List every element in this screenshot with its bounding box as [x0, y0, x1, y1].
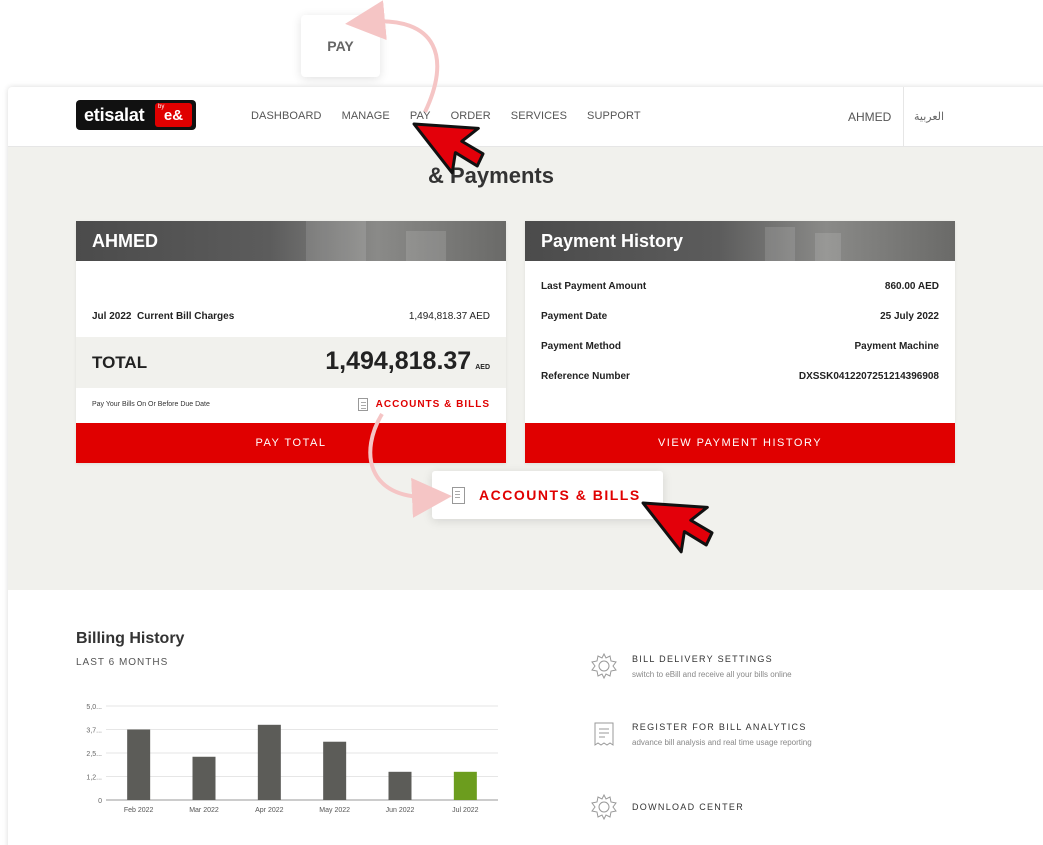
option-title: DOWNLOAD CENTER: [632, 802, 745, 812]
payment-row-label: Payment Date: [541, 311, 608, 322]
view-payment-history-button[interactable]: VIEW PAYMENT HISTORY: [525, 423, 955, 463]
nav-item-manage[interactable]: MANAGE: [342, 110, 390, 122]
total-value: 1,494,818.37 AED: [325, 347, 490, 376]
option-text: BILL DELIVERY SETTINGS switch to eBill a…: [632, 654, 792, 679]
chart-bar: [257, 724, 281, 800]
top-navigation: etisalat by e& DASHBOARD MANAGE PAY ORDE…: [8, 87, 1043, 147]
y-tick-label: 2,5...: [86, 751, 102, 758]
option-description: switch to eBill and receive all your bil…: [632, 669, 792, 679]
x-tick-label: Jun 2022: [386, 807, 415, 814]
charges-value: 1,494,818.37 AED: [408, 311, 490, 322]
payment-row: Payment Method Payment Machine: [541, 341, 939, 352]
pay-callout: PAY: [301, 15, 380, 77]
receipt-icon: [452, 486, 465, 504]
payment-row-value: 860.00 AED: [884, 281, 939, 292]
gear-icon: [591, 793, 617, 821]
chart-bar: [453, 771, 477, 800]
register-bill-analytics-option[interactable]: REGISTER FOR BILL ANALYTICS advance bill…: [590, 720, 812, 748]
receipt-icon: [357, 398, 368, 411]
payment-row-label: Payment Method: [541, 341, 622, 352]
option-text: REGISTER FOR BILL ANALYTICS advance bill…: [632, 722, 812, 747]
due-date-note: Pay Your Bills On Or Before Due Date: [92, 401, 210, 408]
payment-row-value: DXSSK0412207251214396908: [798, 371, 939, 382]
x-tick-label: Feb 2022: [124, 807, 154, 814]
payment-row-label: Reference Number: [541, 371, 630, 382]
pay-total-button[interactable]: PAY TOTAL: [76, 423, 506, 463]
accounts-bills-link-label: ACCOUNTS & BILLS: [375, 399, 490, 410]
billing-history-chart: 0 1,2... 2,5... 3,7... 5,0... Feb 2022 Mar 202…: [86, 704, 498, 814]
chart-bar: [127, 729, 151, 800]
payment-history-card: Payment History Last Payment Amount 860.…: [525, 221, 955, 463]
bill-card-header: AHMED: [76, 221, 506, 261]
x-tick-label: Apr 2022: [255, 807, 284, 814]
payment-row-label: Last Payment Amount: [541, 281, 647, 292]
nav-item-services[interactable]: SERVICES: [511, 110, 567, 122]
option-text: DOWNLOAD CENTER: [632, 802, 744, 812]
logo-badge-text: e&: [163, 106, 184, 124]
payment-row: Reference Number DXSSK041220725121439690…: [541, 371, 939, 382]
download-center-option[interactable]: DOWNLOAD CENTER: [590, 793, 744, 821]
payment-row: Last Payment Amount 860.00 AED: [541, 281, 939, 292]
y-tick-label: 3,7...: [86, 728, 102, 735]
option-title: BILL DELIVERY SETTINGS: [632, 653, 773, 664]
chart-bar: [323, 741, 347, 800]
header-image-shape: [815, 233, 841, 261]
current-charges-row: Jul 2022 Current Bill Charges 1,494,818.…: [92, 311, 490, 322]
nav-item-dashboard[interactable]: DASHBOARD: [251, 110, 322, 122]
billing-history-subtitle: LAST 6 MONTHS: [76, 657, 169, 668]
bill-period: Jul 2022: [92, 311, 132, 322]
language-switch[interactable]: العربية: [914, 110, 944, 123]
x-tick-label: Mar 2022: [189, 807, 219, 814]
chart-bar: [192, 756, 216, 800]
y-tick-label: 5,0...: [86, 704, 102, 711]
due-row: Pay Your Bills On Or Before Due Date ACC…: [92, 398, 490, 411]
account-name: AHMED: [92, 231, 158, 251]
logo-by: by: [158, 104, 165, 110]
accounts-bills-callout: ACCOUNTS & BILLS: [432, 471, 663, 519]
y-tick-label: 1,2...: [86, 775, 102, 782]
nav-item-order[interactable]: ORDER: [451, 110, 491, 122]
billing-history-section: Billing History LAST 6 MONTHS 0 1,2... 2,5…: [8, 590, 1043, 845]
billing-history-title: Billing History: [76, 630, 185, 647]
option-title: REGISTER FOR BILL ANALYTICS: [632, 721, 807, 732]
payment-row: Payment Date 25 July 2022: [541, 311, 939, 322]
current-bill-card: AHMED Jul 2022 Current Bill Charges 1,49…: [76, 221, 506, 463]
charges-label-text: Current Bill Charges: [137, 311, 235, 322]
header-image-shape: [765, 227, 795, 261]
payment-card-header: Payment History: [525, 221, 955, 261]
accounts-bills-link[interactable]: ACCOUNTS & BILLS: [357, 398, 490, 411]
receipt-icon: [594, 722, 614, 746]
total-band: TOTAL 1,494,818.37 AED: [76, 337, 506, 388]
logo-badge: by e&: [155, 103, 192, 127]
header-image-shape: [306, 221, 366, 261]
nav-divider: [903, 87, 904, 147]
header-image-shape: [406, 231, 446, 261]
screenshot-canvas: PAY etisalat by e& DASHBOARD MANAGE PAY …: [0, 0, 1043, 845]
x-tick-label: May 2022: [319, 807, 350, 814]
nav-item-support[interactable]: SUPPORT: [587, 110, 641, 122]
y-tick-label: 0: [98, 798, 102, 805]
app-window: etisalat by e& DASHBOARD MANAGE PAY ORDE…: [8, 87, 1043, 845]
pay-callout-label: PAY: [327, 38, 354, 54]
etisalat-logo[interactable]: etisalat by e&: [76, 100, 196, 130]
payment-row-value: Payment Machine: [854, 341, 939, 352]
chart-bar: [388, 771, 412, 800]
nav-item-pay[interactable]: PAY: [410, 110, 431, 122]
payment-history-title: Payment History: [541, 231, 684, 251]
gear-icon: [591, 652, 617, 680]
total-label: TOTAL: [92, 353, 148, 372]
bill-delivery-settings-option[interactable]: BILL DELIVERY SETTINGS switch to eBill a…: [590, 652, 792, 680]
charges-label: Jul 2022 Current Bill Charges: [92, 311, 234, 322]
logo-text: etisalat: [84, 104, 145, 125]
user-menu[interactable]: AHMED: [848, 110, 891, 124]
option-description: advance bill analysis and real time usag…: [632, 737, 812, 747]
payment-row-value: 25 July 2022: [880, 311, 939, 322]
x-tick-label: Jul 2022: [452, 807, 479, 814]
total-unit: AED: [475, 364, 490, 371]
page-title: & Payments: [428, 163, 554, 188]
total-amount: 1,494,818.37: [325, 347, 472, 375]
nav-menu: DASHBOARD MANAGE PAY ORDER SERVICES SUPP…: [251, 110, 641, 122]
accounts-bills-callout-label: ACCOUNTS & BILLS: [479, 487, 641, 503]
